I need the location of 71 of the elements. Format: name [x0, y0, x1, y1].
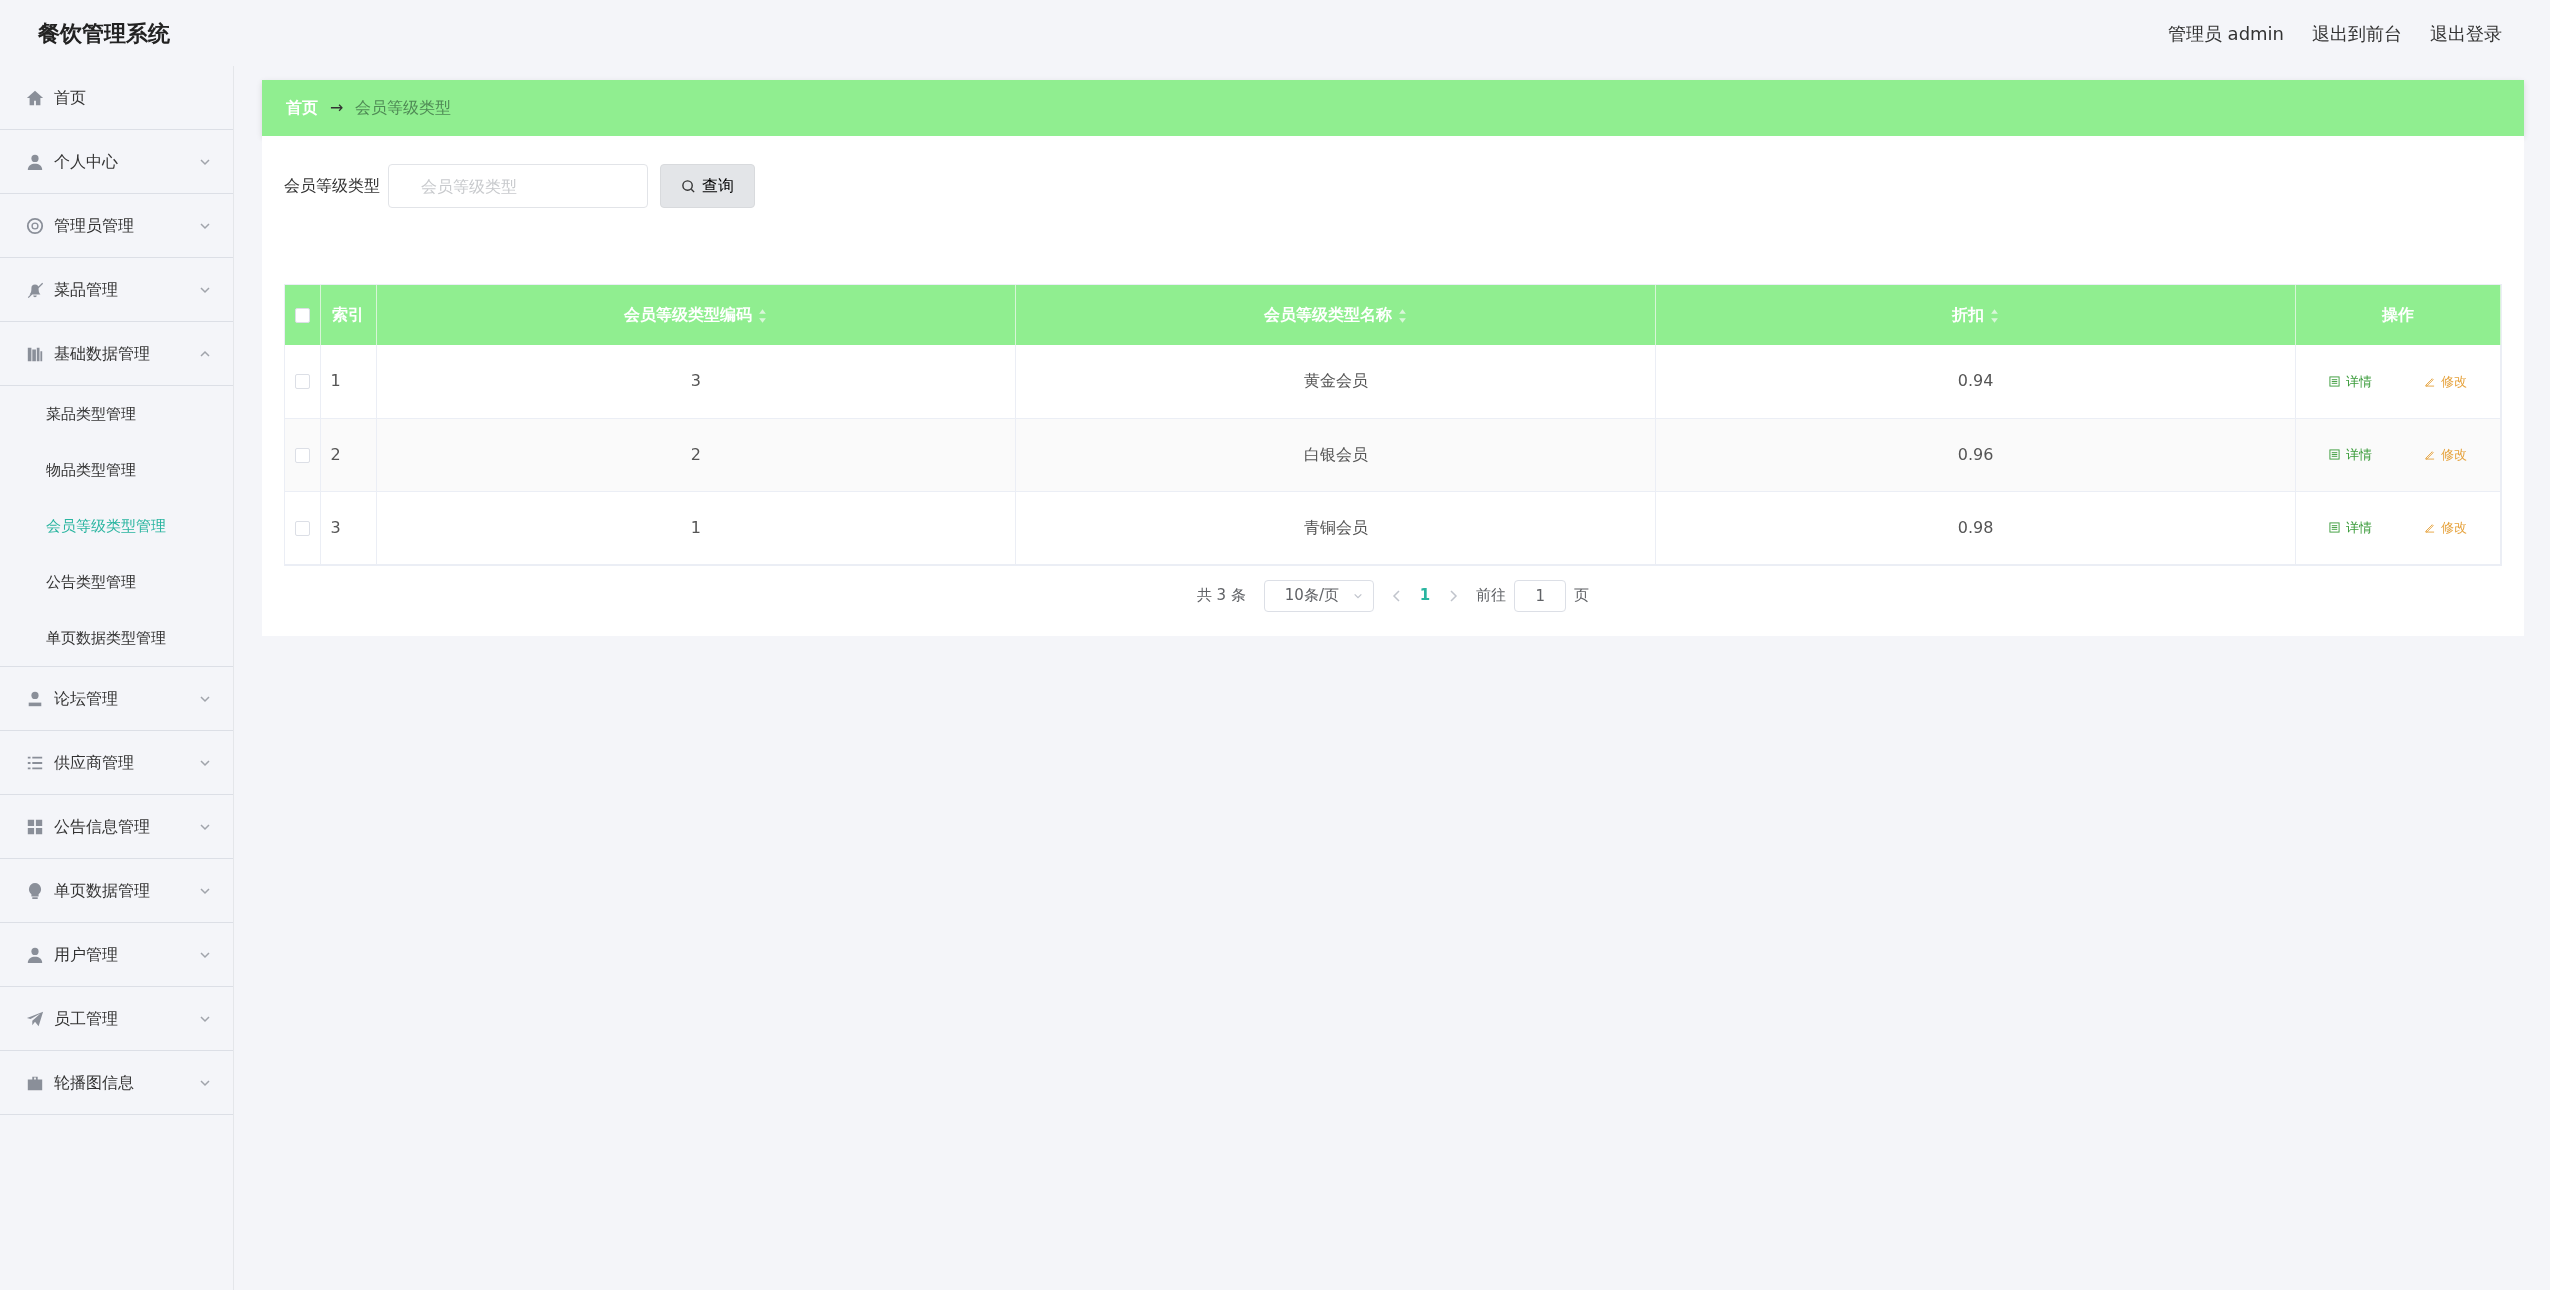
table-cell: 1	[690, 517, 701, 537]
pencil-icon	[2424, 521, 2435, 533]
page-size-select[interactable]: 10条/页	[1263, 579, 1374, 612]
table-cell: 2	[690, 444, 701, 464]
checkbox[interactable]	[294, 308, 310, 323]
table-cell: 0.94	[1957, 371, 1994, 391]
chevron-left-icon	[1391, 590, 1402, 602]
column-header: 折扣	[1952, 305, 1985, 324]
table-cell: 1	[330, 371, 341, 391]
sidebar-item[interactable]: 单页数据管理	[0, 859, 233, 923]
checkbox[interactable]	[294, 447, 310, 463]
detail-button[interactable]: 详情	[2321, 440, 2380, 469]
search-label: 会员等级类型	[284, 175, 380, 197]
search-icon	[681, 178, 696, 194]
submenu-item[interactable]: 物品类型管理	[0, 442, 233, 498]
table-cell: 3	[690, 371, 701, 391]
detail-button[interactable]: 详情	[2321, 513, 2380, 542]
bulb-icon	[26, 881, 44, 900]
header-link[interactable]: 退出登录	[2430, 19, 2502, 47]
user-icon	[26, 689, 44, 708]
checkbox[interactable]	[294, 520, 310, 536]
total-count: 共 3 条	[1196, 585, 1246, 607]
sidebar-item[interactable]: 菜品管理	[0, 258, 233, 322]
sidebar-item[interactable]: 个人中心	[0, 130, 233, 194]
sidebar-item[interactable]: 基础数据管理	[0, 322, 233, 386]
submenu-item[interactable]: 公告类型管理	[0, 554, 233, 610]
sidebar-item[interactable]: 用户管理	[0, 923, 233, 987]
table-cell: 3	[330, 517, 341, 537]
document-icon	[2329, 521, 2340, 533]
table-cell: 白银会员	[1303, 444, 1368, 464]
checkbox[interactable]	[294, 374, 310, 390]
header-link[interactable]: 退出到前台	[2312, 19, 2402, 47]
document-icon	[2329, 375, 2340, 387]
breadcrumb-separator: →	[330, 97, 344, 119]
sidebar-item[interactable]: 首页	[0, 66, 233, 130]
breadcrumb-current: 会员等级类型	[355, 97, 452, 119]
column-header: 会员等级类型编码	[624, 305, 753, 324]
sidebar-item[interactable]: 公告信息管理	[0, 795, 233, 859]
search-button[interactable]: 查询	[660, 164, 755, 208]
column-header: 索引	[332, 305, 364, 324]
sidebar-item[interactable]: 管理员管理	[0, 194, 233, 258]
sidebar-item[interactable]: 供应商管理	[0, 731, 233, 795]
column-header: 会员等级类型名称	[1264, 305, 1393, 324]
user-icon	[26, 945, 44, 964]
submenu-item[interactable]: 菜品类型管理	[0, 386, 233, 442]
table-cell: 青铜会员	[1303, 517, 1368, 537]
grid-icon	[26, 817, 44, 836]
goto-label: 前往	[1476, 585, 1507, 607]
ring-icon	[26, 216, 44, 235]
sidebar-item[interactable]: 员工管理	[0, 987, 233, 1051]
table-cell: 0.96	[1957, 444, 1994, 464]
bell-off-icon	[26, 280, 44, 299]
table-cell: 2	[330, 444, 341, 464]
app-title: 餐饮管理系统	[38, 19, 170, 48]
user-icon	[26, 152, 44, 171]
pencil-icon	[2424, 375, 2435, 387]
page-suffix: 页	[1574, 585, 1590, 607]
home-icon	[26, 88, 44, 107]
table-cell: 黄金会员	[1303, 371, 1368, 391]
document-icon	[2329, 448, 2340, 460]
column-header: 操作	[2382, 305, 2414, 324]
sidebar-item[interactable]: 轮播图信息	[0, 1051, 233, 1115]
pencil-icon	[2424, 448, 2435, 460]
page-field[interactable]: 1	[1514, 579, 1567, 612]
submenu-item[interactable]: 单页数据类型管理	[0, 610, 233, 666]
detail-button[interactable]: 详情	[2321, 367, 2380, 395]
sidebar-item[interactable]: 论坛管理	[0, 667, 233, 731]
chevron-right-icon	[1448, 590, 1459, 602]
send-icon	[26, 1009, 44, 1028]
table-cell: 0.98	[1957, 517, 1994, 537]
header-link[interactable]: 管理员 admin	[2167, 19, 2284, 47]
